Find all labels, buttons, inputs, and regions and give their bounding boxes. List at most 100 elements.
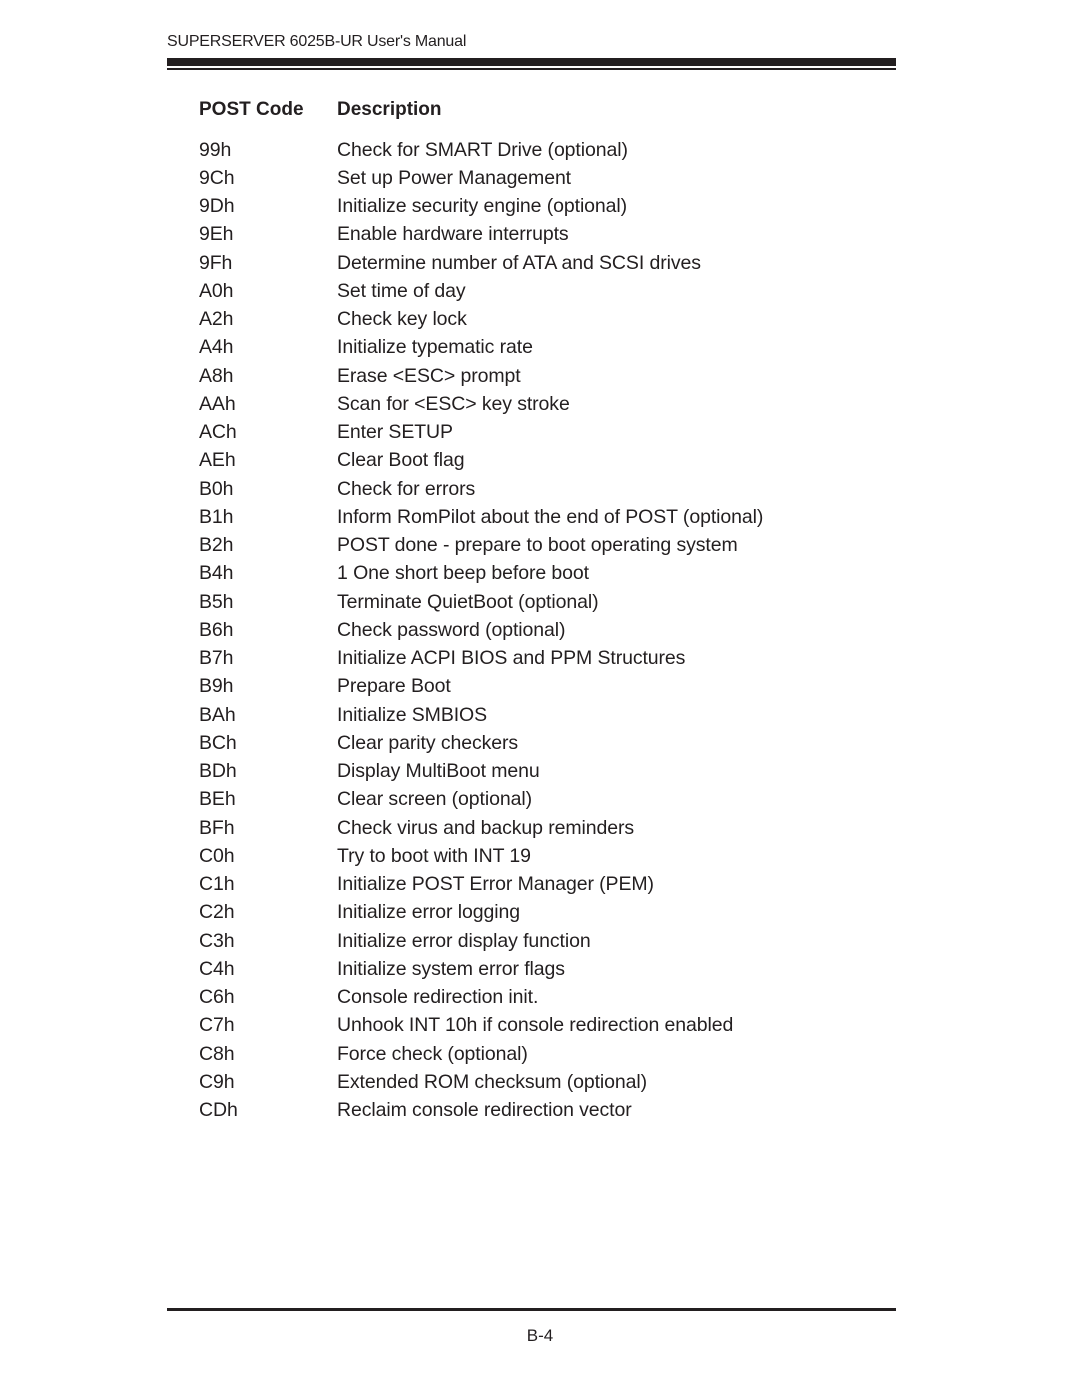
description-cell: Inform RomPilot about the end of POST (o… — [337, 505, 764, 528]
post-code-cell: 9Eh — [199, 223, 234, 246]
post-code-cell: C9h — [199, 1070, 235, 1093]
description-cell: POST done - prepare to boot operating sy… — [337, 534, 738, 557]
table-row: C4h Initialize system error flags — [199, 955, 763, 983]
description-cell: Console redirection init. — [337, 986, 539, 1009]
page-number: B-4 — [526, 1326, 554, 1345]
description-cell: Enter SETUP — [337, 421, 453, 444]
description-cell: Terminate QuietBoot (optional) — [337, 590, 599, 613]
post-code-cell: C4h — [199, 957, 235, 980]
description-cell: Initialize SMBIOS — [337, 703, 488, 726]
description-cell: Initialize ACPI BIOS and PPM Structures — [337, 647, 686, 670]
post-code-cell: ACh — [199, 421, 237, 444]
table-row: C1h Initialize POST Error Manager (PEM) — [199, 871, 763, 899]
post-code-cell: C7h — [199, 1014, 235, 1037]
table-body: 99h Check for SMART Drive (optional) 9Ch Se… — [199, 136, 763, 1125]
post-code-cell: C0h — [199, 844, 235, 867]
table-row: BAh Initialize SMBIOS — [199, 701, 763, 729]
post-code-cell: 99h — [199, 138, 232, 161]
table-row: B7h Initialize ACPI BIOS and PPM Structur… — [199, 645, 763, 673]
post-code-cell: A4h — [199, 336, 234, 359]
description-cell: Check virus and backup reminders — [337, 816, 635, 839]
post-code-cell: BDh — [199, 760, 237, 783]
post-code-cell: 9Fh — [199, 251, 233, 274]
table-row: A0h Set time of day — [199, 277, 763, 305]
table-row: A8h Erase <ESC> prompt — [199, 362, 763, 390]
post-code-cell: B6h — [199, 618, 234, 641]
table-row: A2h Check key lock — [199, 306, 763, 334]
description-cell: Unhook INT 10h if console redirection en… — [337, 1014, 734, 1037]
table-row: C3h Initialize error display function — [199, 927, 763, 955]
description-cell: Check key lock — [337, 308, 467, 331]
table-row: B5h Terminate QuietBoot (optional) — [199, 588, 763, 616]
post-code-cell: B9h — [199, 675, 234, 698]
description-cell: Erase <ESC> prompt — [337, 364, 521, 387]
table-row: 9Fh Determine number of ATA and SCSI driv… — [199, 249, 763, 277]
post-code-cell: C6h — [199, 986, 235, 1009]
header-rule-thin — [167, 68, 896, 70]
table-row: CDh Reclaim console redirection vector — [199, 1097, 763, 1125]
table-row: ACh Enter SETUP — [199, 419, 763, 447]
description-cell: Reclaim console redirection vector — [337, 1099, 632, 1122]
post-code-cell: B2h — [199, 534, 234, 557]
description-cell: Set up Power Management — [337, 166, 572, 189]
description-cell: Initialize typematic rate — [337, 336, 533, 359]
table-row: C6h Console redirection init. — [199, 984, 763, 1012]
running-header: SUPERSERVER 6025B-UR User's Manual — [167, 33, 467, 50]
post-code-cell: B4h — [199, 562, 234, 585]
post-code-cell: C2h — [199, 901, 235, 924]
post-code-cell: BAh — [199, 703, 236, 726]
table-row: BEh Clear screen (optional) — [199, 786, 763, 814]
description-cell: Check for errors — [337, 477, 476, 500]
description-cell: Initialize security engine (optional) — [337, 195, 628, 218]
description-cell: Check for SMART Drive (optional) — [337, 138, 628, 161]
post-code-cell: AAh — [199, 392, 236, 415]
post-code-cell: AEh — [199, 449, 236, 472]
description-cell: Scan for <ESC> key stroke — [337, 392, 570, 415]
description-cell: Initialize error logging — [337, 901, 520, 924]
post-code-cell: 9Ch — [199, 166, 235, 189]
table-row: AAh Scan for <ESC> key stroke — [199, 390, 763, 418]
post-code-cell: C3h — [199, 929, 235, 952]
post-code-cell: B1h — [199, 505, 234, 528]
post-code-cell: BEh — [199, 788, 236, 811]
table-row: C9h Extended ROM checksum (optional) — [199, 1068, 763, 1096]
description-cell: Prepare Boot — [337, 675, 451, 698]
table-header: POST Code Description — [199, 96, 763, 124]
description-cell: Initialize error display function — [337, 929, 591, 952]
post-code-cell: C1h — [199, 873, 235, 896]
table-row: BCh Clear parity checkers — [199, 729, 763, 757]
column-header-description: Description — [337, 99, 442, 120]
header-rule-thick — [167, 58, 896, 66]
post-code-cell: CDh — [199, 1099, 238, 1122]
description-cell: Clear screen (optional) — [337, 788, 532, 811]
table-row: B4h 1 One short beep before boot — [199, 560, 763, 588]
post-code-cell: C8h — [199, 1042, 235, 1065]
description-cell: Force check (optional) — [337, 1042, 528, 1065]
post-code-cell: 9Dh — [199, 195, 235, 218]
description-cell: Determine number of ATA and SCSI drives — [337, 251, 701, 274]
table-row: 99h Check for SMART Drive (optional) — [199, 136, 763, 164]
post-code-table: POST Code Description 99h Check for SMART… — [199, 96, 763, 1125]
table-row: B0h Check for errors — [199, 475, 763, 503]
table-row: B1h Inform RomPilot about the end of POST… — [199, 503, 763, 531]
table-row: B2h POST done - prepare to boot operating… — [199, 532, 763, 560]
post-code-cell: B7h — [199, 647, 234, 670]
table-row: 9Dh Initialize security engine (optional) — [199, 193, 763, 221]
description-cell: Try to boot with INT 19 — [337, 844, 531, 867]
table-row: C2h Initialize error logging — [199, 899, 763, 927]
post-code-cell: A8h — [199, 364, 234, 387]
table-row: BFh Check virus and backup reminders — [199, 814, 763, 842]
description-cell: Set time of day — [337, 279, 466, 302]
description-cell: Clear Boot flag — [337, 449, 465, 472]
post-code-cell: BFh — [199, 816, 235, 839]
description-cell: Display MultiBoot menu — [337, 760, 540, 783]
table-row: A4h Initialize typematic rate — [199, 334, 763, 362]
table-row: B9h Prepare Boot — [199, 673, 763, 701]
column-header-post-code: POST Code — [199, 99, 304, 120]
description-cell: Initialize system error flags — [337, 957, 565, 980]
description-cell: Enable hardware interrupts — [337, 223, 569, 246]
post-code-cell: B0h — [199, 477, 234, 500]
post-code-cell: A0h — [199, 279, 234, 302]
description-cell: Clear parity checkers — [337, 731, 519, 754]
description-cell: Initialize POST Error Manager (PEM) — [337, 873, 654, 896]
